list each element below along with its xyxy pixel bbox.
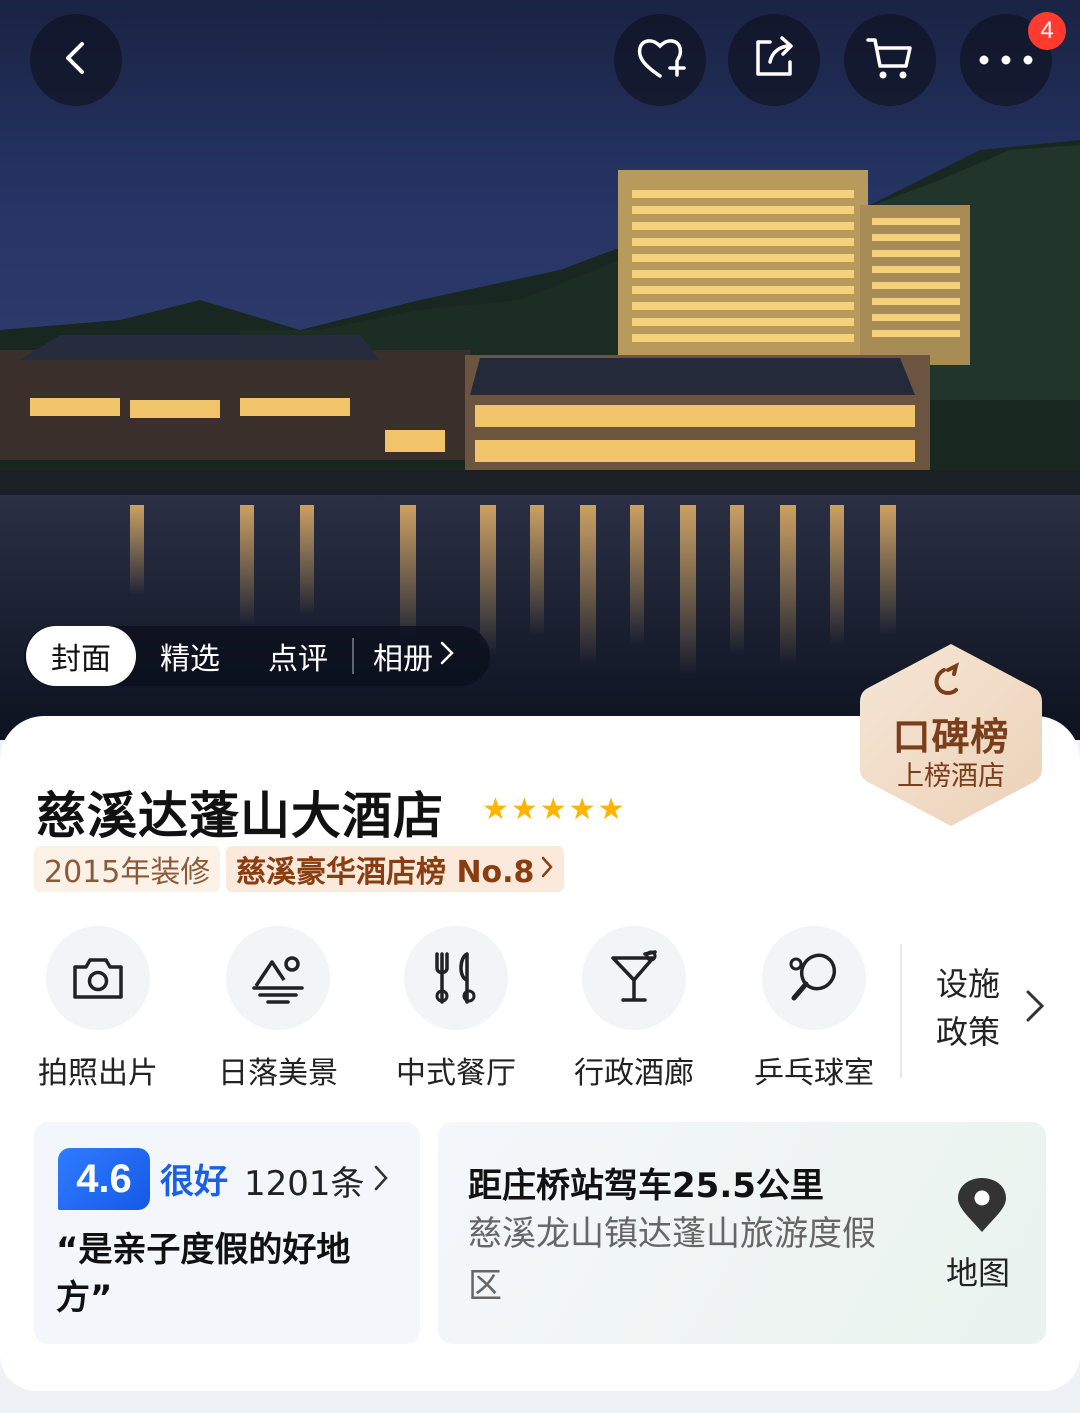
map-label[interactable]: 地图 (946, 1248, 1010, 1294)
facility-item-photo[interactable]: 拍照出片 (18, 926, 178, 1092)
back-button[interactable] (30, 14, 122, 106)
facility-item-sunset[interactable]: 日落美景 (198, 926, 358, 1092)
review-quote: “是亲子度假的好地方” (56, 1230, 351, 1318)
facility-divider (900, 944, 902, 1078)
cart-button[interactable] (844, 14, 936, 106)
award-title: 口碑榜 (892, 715, 1010, 759)
ping-pong-icon (762, 926, 866, 1030)
facility-label: 中式餐厅 (396, 1056, 516, 1091)
reputation-award-badge[interactable]: 口碑榜 上榜酒店 (856, 640, 1046, 830)
facility-item-lounge[interactable]: 行政酒廊 (554, 926, 714, 1092)
camera-icon (46, 926, 150, 1030)
chevron-right-icon (439, 639, 455, 674)
location-address: 慈溪龙山镇达蓬山旅游度假区 (468, 1214, 876, 1306)
ranking-label: 慈溪豪华酒店榜 No.8 (236, 855, 535, 890)
review-count-label: 1201条 (244, 1164, 365, 1204)
chevron-right-icon (540, 852, 554, 887)
back-icon (56, 38, 96, 82)
gallery-tab-bar: 封面 精选 点评 相册 (24, 626, 490, 686)
chevron-right-icon (1024, 988, 1046, 1028)
review-count[interactable]: 1201条 (244, 1156, 389, 1205)
chevron-right-icon (373, 1161, 389, 1201)
facility-policy-link[interactable]: 设施 政策 (936, 960, 1016, 1056)
policy-line2: 政策 (936, 1013, 1001, 1051)
share-icon (748, 32, 800, 88)
facility-label: 乒乓球室 (754, 1056, 874, 1091)
restaurant-icon (404, 926, 508, 1030)
map-pin-icon[interactable] (954, 1176, 1010, 1238)
hotel-name: 慈溪达蓬山大酒店 (36, 787, 444, 845)
tab-album-label: 相册 (373, 642, 433, 677)
favorite-add-icon (632, 30, 688, 90)
policy-line1: 设施 (936, 965, 1001, 1003)
review-rating-word: 很好 (160, 1162, 228, 1202)
more-icon (976, 51, 1036, 70)
favorite-button[interactable] (614, 14, 706, 106)
facility-label: 拍照出片 (38, 1056, 158, 1091)
tab-featured[interactable]: 精选 (136, 626, 244, 686)
tab-cover[interactable]: 封面 (26, 626, 136, 686)
facility-item-restaurant[interactable]: 中式餐厅 (376, 926, 536, 1092)
star-rating: ★★★★★ (482, 792, 627, 827)
tab-reviews[interactable]: 点评 (244, 638, 354, 677)
share-button[interactable] (728, 14, 820, 106)
award-subtitle: 上榜酒店 (897, 761, 1005, 792)
facility-label: 行政酒廊 (574, 1056, 694, 1091)
facility-item-pingpong[interactable]: 乒乓球室 (734, 926, 894, 1092)
location-distance: 距庄桥站驾车25.5公里 (468, 1166, 824, 1206)
ranking-tag[interactable]: 慈溪豪华酒店榜 No.8 (226, 846, 565, 892)
renovation-tag: 2015年装修 (34, 846, 221, 892)
sunset-icon (226, 926, 330, 1030)
cart-icon (864, 32, 916, 88)
facility-label: 日落美景 (218, 1056, 338, 1091)
tab-album[interactable]: 相册 (354, 626, 474, 686)
cocktail-icon (582, 926, 686, 1030)
notification-badge: 4 (1028, 12, 1066, 50)
review-score: 4.6 (58, 1148, 150, 1210)
